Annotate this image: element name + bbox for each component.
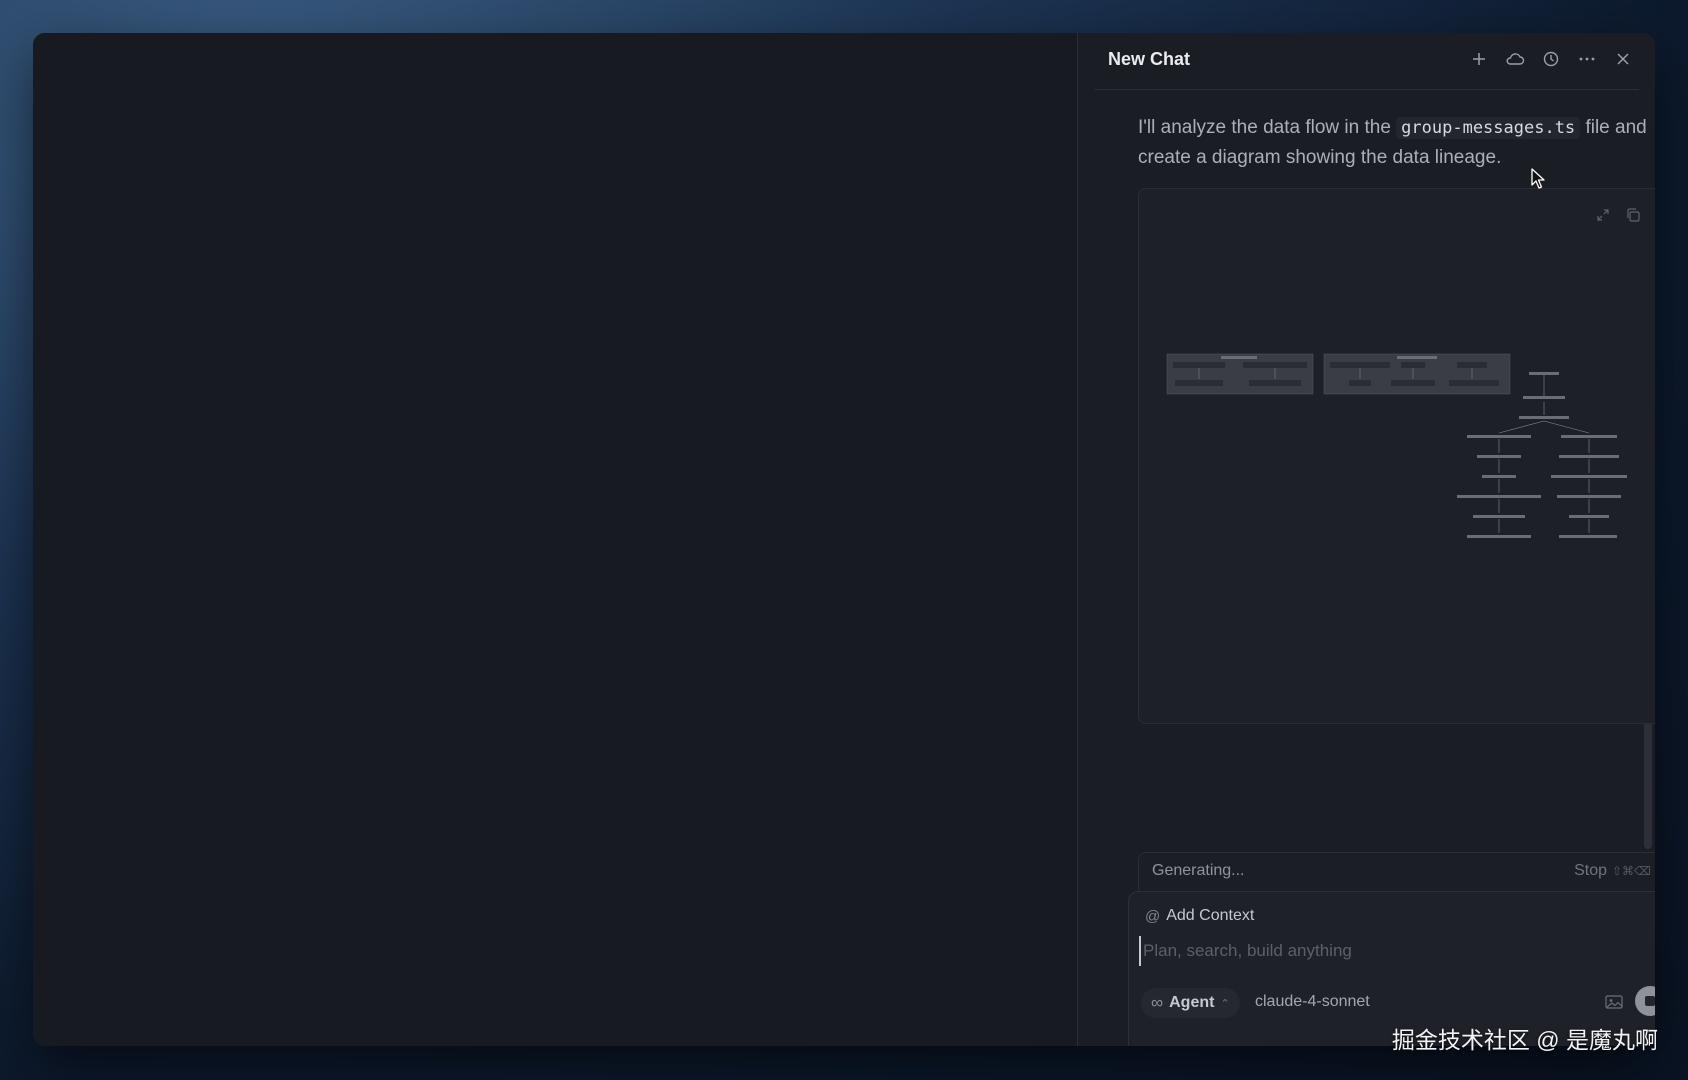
diagram-card[interactable] [1138,188,1655,724]
stop-button[interactable]: Stop [1574,862,1607,880]
stop-generation-button[interactable] [1635,986,1655,1016]
code-filename: group-messages.ts [1396,117,1581,139]
app-window: New Chat I'll analyze the data flow in t… [33,33,1655,1046]
at-icon: @ [1145,907,1161,925]
infinity-icon: ∞ [1151,993,1164,1012]
add-context-button[interactable]: @ Add Context [1145,907,1254,925]
prompt-input[interactable] [1139,936,1605,966]
generation-status: Generating... Stop ⇧⌘⌫ [1138,852,1655,891]
data-lineage-diagram [1166,353,1627,538]
editor-area[interactable] [33,33,1077,1046]
chat-title: New Chat [1108,49,1191,69]
message-text-before: I'll analyze the data flow in the [1138,117,1397,138]
stop-square-icon [1645,996,1655,1006]
history-icon[interactable] [1539,47,1563,71]
copy-icon[interactable] [1623,205,1643,225]
add-context-label: Add Context [1166,907,1255,924]
model-selector[interactable]: claude-4-sonnet [1255,993,1370,1011]
more-icon[interactable] [1575,47,1599,71]
agent-mode-selector[interactable]: ∞ Agent ⌃ [1141,988,1240,1018]
chat-header: New Chat [1094,33,1639,90]
assistant-message: I'll analyze the data flow in the group-… [1138,113,1652,172]
close-icon[interactable] [1611,47,1635,71]
stop-shortcut: ⇧⌘⌫ [1611,864,1651,878]
plus-icon[interactable] [1467,47,1491,71]
image-icon[interactable] [1605,994,1625,1012]
cloud-icon[interactable] [1503,47,1527,71]
watermark: 掘金技术社区 @ 是魔丸啊 [1391,1027,1658,1053]
chevron-up-icon: ⌃ [1220,997,1230,1010]
chat-panel: New Chat I'll analyze the data flow in t… [1078,33,1655,1046]
generating-label: Generating... [1152,862,1245,879]
mouse-cursor [1531,168,1545,189]
expand-icon[interactable] [1593,205,1613,225]
mode-label: Agent [1169,994,1215,1011]
